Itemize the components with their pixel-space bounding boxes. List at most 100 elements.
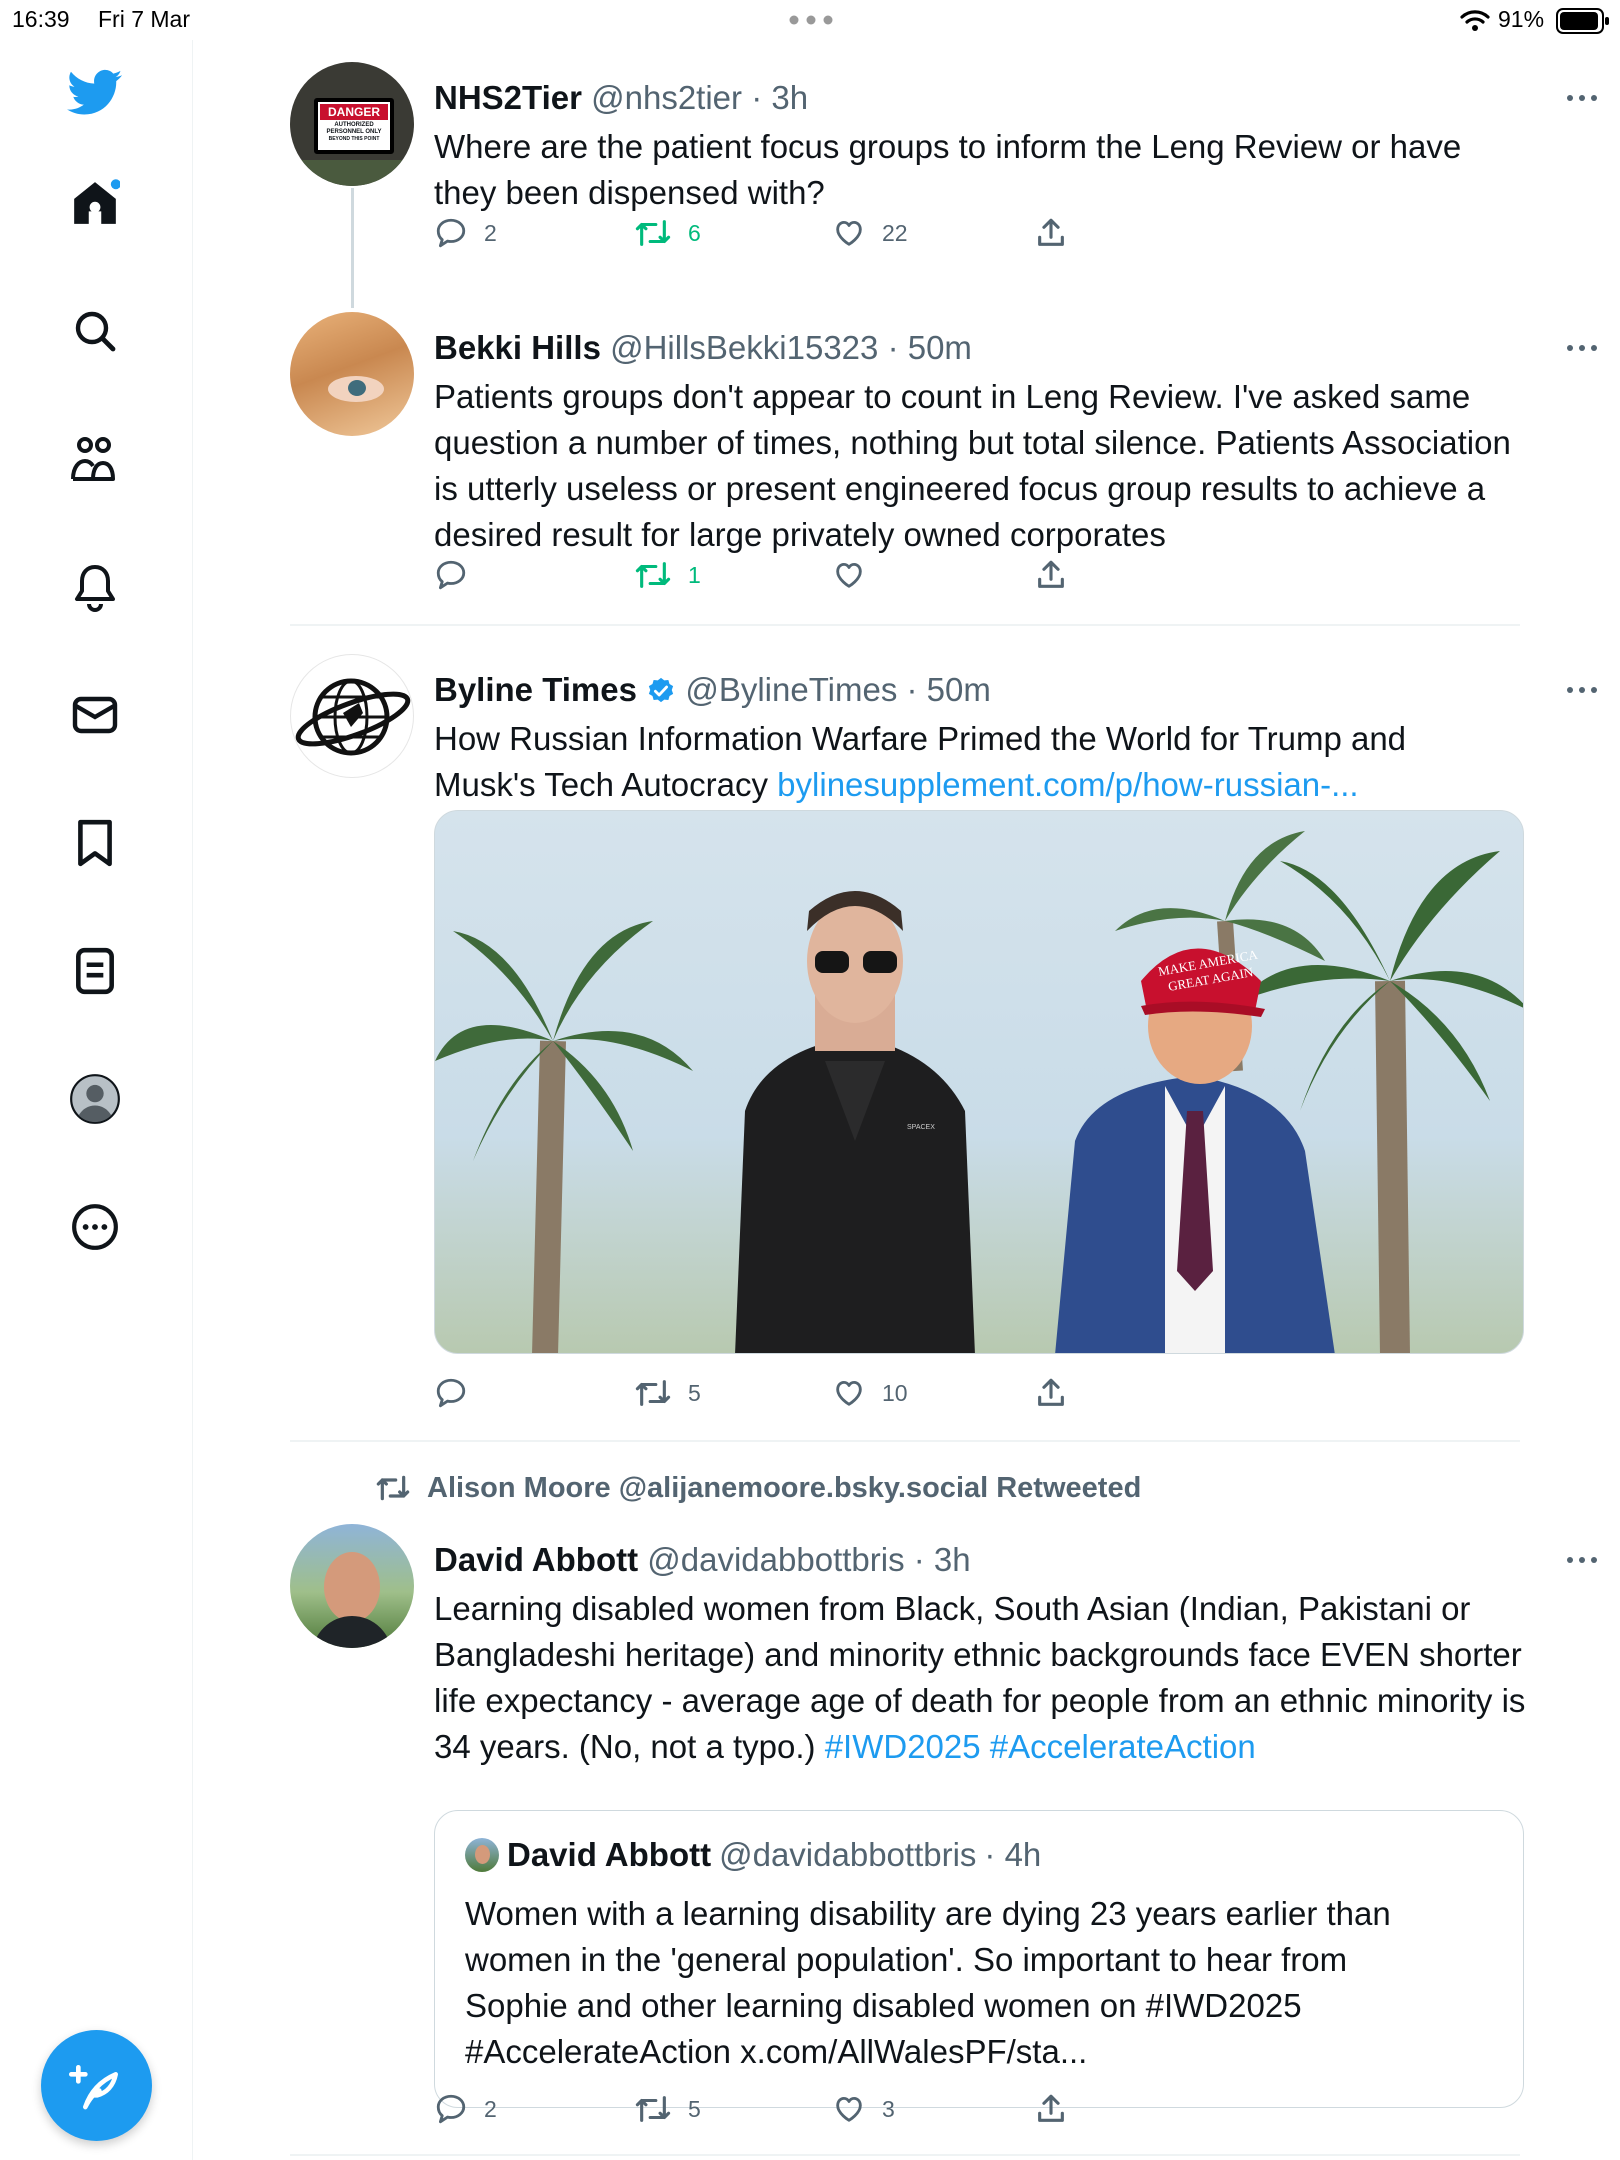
retweet-icon [635, 2096, 671, 2122]
quoted-tweet[interactable]: David Abbott @davidabbottbris · 4h Women… [434, 1810, 1524, 2108]
tweet-header: David Abbott @davidabbottbris · 3h [434, 1540, 1512, 1580]
retweet-button[interactable]: 1 [634, 552, 701, 598]
home-icon[interactable] [66, 174, 124, 232]
reply-count: 2 [484, 219, 497, 246]
retweet-count: 5 [688, 2095, 701, 2122]
retweet-icon [635, 220, 671, 246]
more-menu-icon[interactable] [1562, 78, 1602, 118]
author-handle[interactable]: @davidabbottbris [647, 1541, 904, 1578]
danger-sign-line2: PERSONNEL ONLY [326, 129, 382, 135]
search-icon[interactable] [66, 302, 124, 360]
compose-tweet-button[interactable] [41, 2030, 152, 2141]
tweet-actions: 2 6 22 [434, 210, 1134, 256]
multitasking-dots-icon[interactable] [788, 14, 834, 26]
share-button[interactable] [1034, 2086, 1068, 2132]
avatar[interactable] [290, 654, 414, 778]
author-name[interactable]: David Abbott [434, 1541, 638, 1578]
retweet-button[interactable]: 5 [634, 2086, 701, 2132]
reply-count: 2 [484, 2095, 497, 2122]
compose-feather-icon [68, 2064, 118, 2109]
timeline-feed: DANGER AUTHORIZED PERSONNEL ONLY BEYOND … [193, 40, 1620, 2160]
heart-icon [836, 2096, 862, 2122]
avatar[interactable]: DANGER AUTHORIZED PERSONNEL ONLY BEYOND … [290, 62, 414, 186]
tweet-actions: 1 [434, 552, 1134, 598]
messages-envelope-icon[interactable] [66, 686, 124, 744]
author-handle[interactable]: @BylineTimes [685, 671, 897, 708]
retweet-button[interactable]: 5 [634, 1370, 701, 1416]
avatar-face [324, 1552, 380, 1622]
avatar-shirt [312, 1616, 392, 1648]
communities-icon[interactable] [66, 430, 124, 488]
reply-button[interactable]: 2 [434, 2086, 497, 2132]
retweeted-by-row: Alison Moore @alijanemoore.bsky.social R… [373, 1468, 1141, 1508]
quoted-tweet-text: Women with a learning disability are dyi… [465, 1895, 1391, 2070]
byline-globe-logo-icon [295, 678, 411, 756]
share-button[interactable] [1034, 1370, 1068, 1416]
danger-sign: DANGER AUTHORIZED PERSONNEL ONLY BEYOND … [314, 98, 394, 154]
retweet-count: 6 [688, 219, 701, 246]
twitter-logo-icon[interactable] [66, 64, 124, 122]
tweet-time: · 50m [887, 329, 972, 366]
tweet-header: NHS2Tier @nhs2tier · 3h [434, 78, 1512, 118]
avatar-ground [290, 160, 414, 186]
quoted-tweet-time: · 4h [984, 1836, 1042, 1873]
like-button[interactable]: 22 [832, 210, 908, 256]
tweet-content: David Abbott @davidabbottbris · 3h Learn… [434, 1540, 1597, 1770]
quoted-author-name: David Abbott [507, 1836, 712, 1873]
bookmarks-icon[interactable] [66, 814, 124, 872]
danger-sign-line1: AUTHORIZED [334, 122, 374, 128]
reply-icon [436, 2094, 466, 2124]
like-count: 22 [882, 219, 908, 246]
reply-button[interactable] [434, 1370, 484, 1416]
danger-sign-line3: BEYOND THIS POINT [328, 136, 380, 142]
retweet-button[interactable]: 6 [634, 210, 701, 256]
wifi-icon [1460, 10, 1490, 31]
share-icon [1038, 1378, 1064, 1406]
more-options-icon[interactable] [66, 1198, 124, 1256]
battery-percent: 91% [1498, 6, 1545, 32]
reply-button[interactable] [434, 552, 484, 598]
tweet-header: Byline Times @BylineTimes · 50m [434, 670, 1512, 710]
tweet-content: NHS2Tier @nhs2tier · 3h Where are the pa… [434, 78, 1597, 216]
tweet-time: · 3h [751, 79, 809, 116]
quoted-avatar [465, 1838, 499, 1872]
author-name[interactable]: NHS2Tier [434, 79, 582, 116]
avatar[interactable] [290, 312, 414, 436]
status-time: 16:39 [12, 6, 70, 32]
tweet-text: Where are the patient focus groups to in… [434, 128, 1462, 211]
battery-icon [1556, 8, 1609, 34]
retweeted-icon [376, 1475, 410, 1501]
tweet-text: How Russian Information Warfare Primed t… [434, 716, 1512, 808]
hashtags[interactable]: #IWD2025 #AccelerateAction [825, 1728, 1256, 1765]
person-right: MAKE AMERICA GREAT AGAIN [1055, 947, 1335, 1353]
share-button[interactable] [1034, 210, 1068, 256]
profile-avatar-icon[interactable] [66, 1070, 124, 1128]
retweeted-by-text[interactable]: Alison Moore @alijanemoore.bsky.social R… [427, 1472, 1141, 1505]
palm-tree-left [435, 921, 693, 1353]
share-button[interactable] [1034, 552, 1068, 598]
tweet-media-image[interactable]: SPACEX MAKE AMERICA GREAT AGAIN [434, 810, 1524, 1354]
verified-badge-icon [649, 677, 674, 703]
author-name[interactable]: Byline Times [434, 671, 637, 708]
tweet-text: Learning disabled women from Black, Sout… [434, 1586, 1544, 1770]
person-left: SPACEX [735, 891, 975, 1353]
danger-sign-title: DANGER [320, 104, 388, 120]
thread-connector-line [351, 188, 354, 308]
heart-icon [836, 220, 862, 246]
author-handle[interactable]: @nhs2tier [591, 79, 742, 116]
like-button[interactable]: 10 [832, 1370, 908, 1416]
status-bar: 16:39 Fri 7 Mar 91% [0, 0, 1620, 40]
article-link[interactable]: bylinesupplement.com/p/how-russian-... [777, 766, 1358, 803]
author-handle[interactable]: @HillsBekki15323 [610, 329, 878, 366]
notifications-bell-icon[interactable] [66, 558, 124, 616]
like-button[interactable] [832, 552, 882, 598]
tweet-divider [290, 624, 1520, 626]
avatar[interactable] [290, 1524, 414, 1648]
more-menu-icon[interactable] [1562, 1540, 1602, 1580]
reply-button[interactable]: 2 [434, 210, 497, 256]
more-menu-icon[interactable] [1562, 328, 1602, 368]
more-menu-icon[interactable] [1562, 670, 1602, 710]
author-name[interactable]: Bekki Hills [434, 329, 601, 366]
lists-icon[interactable] [66, 942, 124, 1000]
like-button[interactable]: 3 [832, 2086, 895, 2132]
